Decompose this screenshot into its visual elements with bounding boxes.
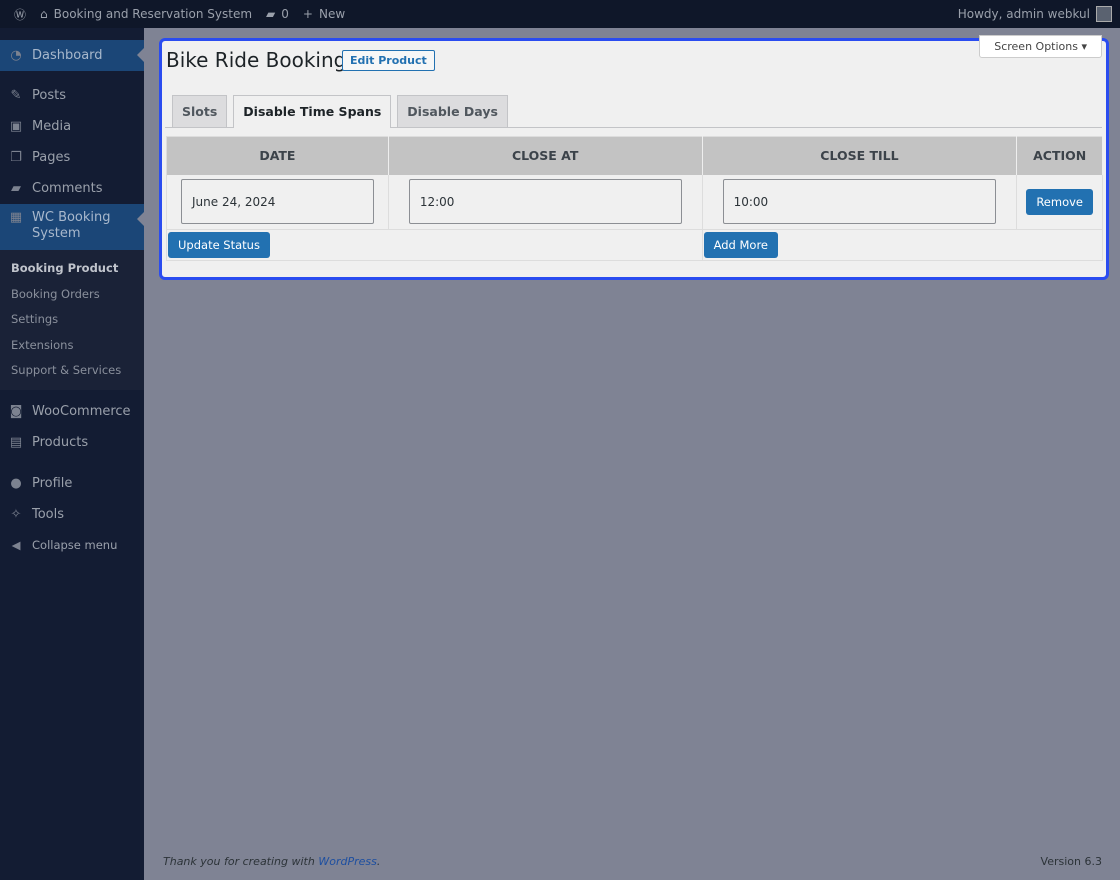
tabs: Slots Disable Time Spans Disable Days <box>165 95 1102 128</box>
menu-woocommerce[interactable]: ◙ WooCommerce <box>0 396 144 427</box>
add-more-button[interactable]: Add More <box>703 232 778 258</box>
header-close-at: CLOSE AT <box>388 136 703 175</box>
close-till-input[interactable]: 10:00 <box>722 179 997 225</box>
account-menu[interactable]: Howdy, admin webkul <box>958 6 1112 22</box>
submenu-booking-product[interactable]: Booking Product <box>0 256 144 282</box>
dashboard-icon: ◔ <box>10 48 22 63</box>
comments-link[interactable]: ▰ 0 <box>266 7 289 21</box>
date-input[interactable]: June 24, 2024 <box>181 179 374 225</box>
submenu-booking-orders[interactable]: Booking Orders <box>0 282 144 308</box>
remove-button[interactable]: Remove <box>1026 188 1093 215</box>
wrench-icon: ✧ <box>10 506 22 522</box>
archive-icon: ▤ <box>9 434 23 450</box>
wordpress-link[interactable]: WordPress <box>318 855 377 868</box>
screen-options-button[interactable]: Screen Options ▾ <box>979 35 1102 58</box>
header-close-till: CLOSE TILL <box>702 136 1018 175</box>
edit-product-button[interactable]: Edit Product <box>342 50 435 71</box>
tab-slots[interactable]: Slots <box>172 95 228 127</box>
update-status-button[interactable]: Update Status <box>168 232 270 258</box>
menu-products[interactable]: ▤ Products <box>0 427 144 458</box>
header-date: DATE <box>166 136 389 175</box>
menu-comments[interactable]: ▰ Comments <box>0 173 144 204</box>
new-link[interactable]: + New <box>303 7 345 21</box>
site-link[interactable]: ⌂ Booking and Reservation System <box>40 7 252 21</box>
submenu-support[interactable]: Support & Services <box>0 358 144 384</box>
woo-icon: ◙ <box>9 403 23 419</box>
user-icon: ● <box>10 475 22 491</box>
footer-thanks: Thank you for creating with WordPress. <box>163 855 381 868</box>
media-icon: ▣ <box>9 119 23 134</box>
menu-media[interactable]: ▣ Media <box>0 111 144 142</box>
time-spans-table: DATE CLOSE AT CLOSE TILL ACTION June 24,… <box>166 136 1104 261</box>
booking-modal: Bike Ride Booking Edit Product Screen Op… <box>159 35 1109 280</box>
comment-icon: ▰ <box>266 7 276 21</box>
admin-sidebar: ◔ Dashboard ✎ Posts ▣ Media ❐ Pages ▰ Comment… <box>0 28 144 880</box>
menu-profile[interactable]: ● Profile <box>0 468 144 499</box>
avatar <box>1096 6 1112 22</box>
pages-icon: ❐ <box>10 150 22 165</box>
tab-disable-days[interactable]: Disable Days <box>397 95 508 127</box>
page-title: Bike Ride Booking <box>166 48 347 72</box>
version: Version 6.3 <box>1040 855 1102 868</box>
calendar-icon: ▦ <box>9 210 23 225</box>
menu-pages[interactable]: ❐ Pages <box>0 142 144 173</box>
submenu: Booking Product Booking Orders Settings … <box>0 250 144 390</box>
header-action: ACTION <box>1016 136 1103 175</box>
comment-icon: ▰ <box>11 181 21 196</box>
collapse-icon: ◀ <box>11 538 21 552</box>
pin-icon: ✎ <box>10 88 22 103</box>
menu-wc-booking[interactable]: ▦ WC Booking System <box>0 204 144 250</box>
menu-tools[interactable]: ✧ Tools <box>0 499 144 530</box>
tab-disable-time-spans[interactable]: Disable Time Spans <box>233 95 392 128</box>
admin-bar: Ⓦ ⌂ Booking and Reservation System ▰ 0 + Ne… <box>0 0 1120 28</box>
submenu-extensions[interactable]: Extensions <box>0 333 144 359</box>
menu-dashboard[interactable]: ◔ Dashboard <box>0 40 144 71</box>
submenu-settings[interactable]: Settings <box>0 307 144 333</box>
table-row: June 24, 2024 12:00 10:00 Remove <box>166 174 1103 230</box>
menu-posts[interactable]: ✎ Posts <box>0 80 144 111</box>
close-at-input[interactable]: 12:00 <box>408 179 682 225</box>
home-icon: ⌂ <box>40 7 48 21</box>
collapse-menu[interactable]: ◀ Collapse menu <box>0 530 144 561</box>
plus-icon: + <box>302 7 313 21</box>
wordpress-logo-icon[interactable]: Ⓦ <box>14 6 26 23</box>
